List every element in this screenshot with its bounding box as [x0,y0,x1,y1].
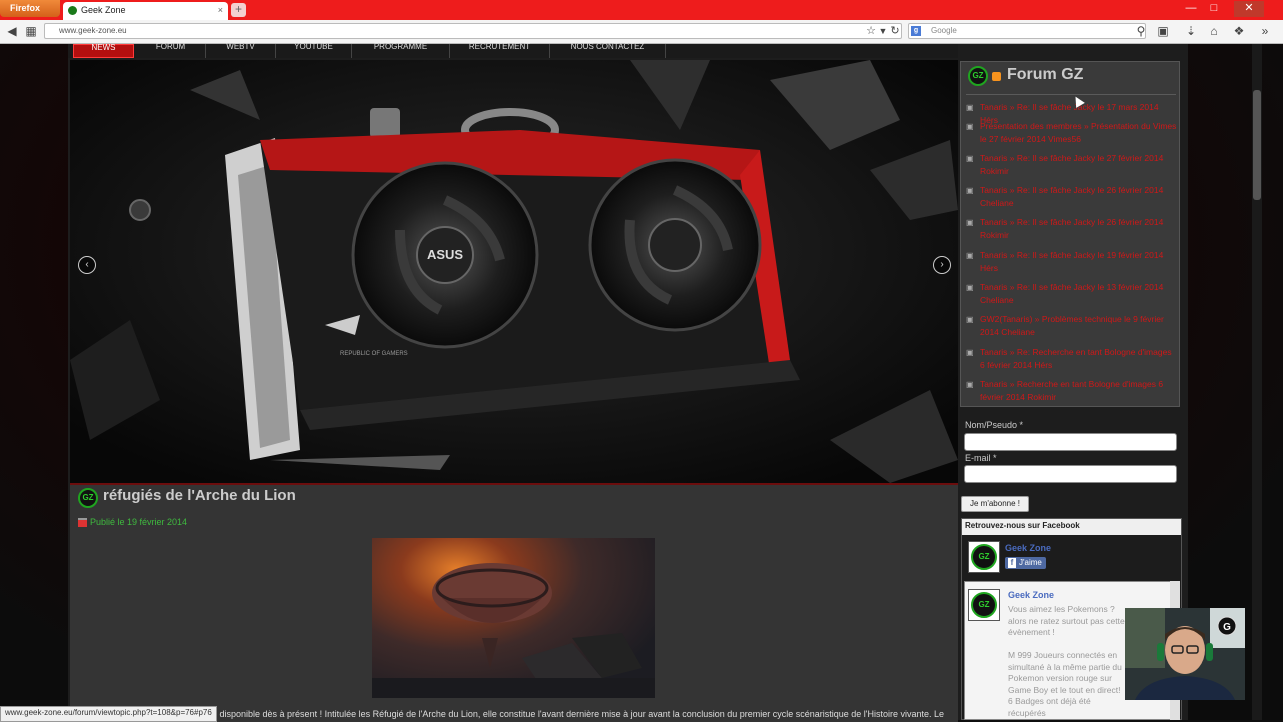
browser-tab[interactable]: Geek Zone × [63,2,228,20]
favicon-icon [68,6,77,15]
card-brand-text: ASUS [427,247,463,262]
forum-item[interactable]: Tanaris » Re: Il se fâche Jacky le 13 fé… [966,281,1178,307]
forum-item[interactable]: Tanaris » Re: Il se fâche Jacky le 27 fé… [966,152,1178,178]
slider-prev-button[interactable]: ‹ [78,256,96,274]
rss-icon[interactable] [992,72,1001,81]
forum-item[interactable]: Présentation des membres » Présentation … [966,120,1178,146]
forum-item[interactable]: Tanaris » Re: Il se fâche Jacky le 26 fé… [966,216,1178,242]
airship-illustration [372,563,655,698]
name-field[interactable] [964,433,1177,451]
window-close-button[interactable]: ✕ [1234,1,1264,17]
forum-item[interactable]: Tanaris » Re: Il se fâche Jacky le 26 fé… [966,184,1178,210]
menu-item-recrutement[interactable]: RECRUTEMENT [450,43,550,58]
facebook-post-text: Vous aimez les Pokemons ? alors ne ratez… [1008,604,1125,718]
facebook-widget-header: Retrouvez-nous sur Facebook [962,519,1181,535]
webcam-badge-text: G [1223,622,1231,633]
menu-item-programme[interactable]: PROGRAMME [352,43,450,58]
avatar[interactable]: GZ [968,541,1000,573]
menu-item-forum[interactable]: FORUM [136,43,206,58]
avatar[interactable]: GZ [968,589,1000,621]
maximize-button[interactable]: □ [1203,1,1225,17]
card-logo-text: REPUBLIC OF GAMERS [340,351,408,357]
gz-logo-icon: GZ [78,488,98,508]
addon-icon[interactable]: ❖ [1232,23,1246,39]
webcam-overlay: G [1125,608,1245,700]
tab-title: Geek Zone [81,5,126,15]
firefox-menu-button[interactable]: Firefox [0,0,60,17]
new-tab-button[interactable]: + [231,3,246,17]
name-label: Nom/Pseudo * [965,420,1024,430]
calendar-icon [78,518,87,527]
minimize-button[interactable]: — [1180,1,1202,17]
subscribe-button[interactable]: Je m'abonne ! [961,496,1029,512]
facebook-page-name[interactable]: Geek Zone [1005,543,1051,553]
menu-item-webtv[interactable]: WEBTV [206,43,276,58]
search-input[interactable]: g Google [908,23,1146,39]
email-label: E-mail * [965,453,997,463]
graphics-card-image: ASUS REPUBLIC OF GAMERS [70,60,958,483]
back-icon[interactable]: ◀ [5,23,19,39]
url-bar[interactable]: www.geek-zone.eu [44,23,902,39]
search-placeholder: Google [931,26,957,35]
article-image[interactable] [372,538,655,698]
reload-icon[interactable]: ↻ [888,23,902,39]
facebook-post-author[interactable]: Geek Zone [1008,590,1054,600]
gz-logo-icon: GZ [971,544,997,570]
google-icon[interactable]: g [911,26,921,36]
search-icon[interactable]: ⚲ [1134,23,1148,39]
forum-item[interactable]: Tanaris » Re: Il se fâche Jacky le 19 fé… [966,249,1178,275]
email-field[interactable] [964,465,1177,483]
home-icon[interactable]: ⌂ [1207,23,1221,39]
screen-icon[interactable]: ▣ [1156,23,1170,39]
divider [966,94,1176,95]
gz-logo-icon: GZ [971,592,997,618]
grid-icon[interactable]: ▦ [24,23,38,39]
hero-slider[interactable]: ASUS REPUBLIC OF GAMERS [70,60,958,483]
page-scrollbar-thumb[interactable] [1253,90,1261,200]
tab-close-button[interactable]: × [218,2,223,19]
forum-item[interactable]: Tanaris » Recherche en tant Bologne d'im… [966,378,1178,404]
slider-next-button[interactable]: › [933,256,951,274]
streamer-image: G [1125,608,1245,700]
gz-logo-icon: GZ [968,66,988,86]
article-title[interactable]: réfugiés de l'Arche du Lion [103,487,296,504]
menu-item-news[interactable]: NEWS [73,44,134,58]
menu-item-youtube[interactable]: YOUTUBE [276,43,352,58]
overflow-icon[interactable]: » [1258,23,1272,39]
article-date: Publié le 19 février 2014 [90,517,188,527]
forum-item[interactable]: Tanaris » Re: Recherche en tant Bologne … [966,346,1178,372]
download-icon[interactable]: ⇣ [1184,23,1198,39]
forum-item[interactable]: GW2(Tanaris) » Problèmes technique le 9 … [966,313,1178,339]
forum-title[interactable]: Forum GZ [1007,66,1083,84]
facebook-like-button[interactable]: J'aime [1005,557,1046,569]
article-excerpt: st disponible dès à présent ! Intitulée … [210,709,945,719]
menu-item-contact[interactable]: NOUS CONTACTEZ [550,43,666,58]
